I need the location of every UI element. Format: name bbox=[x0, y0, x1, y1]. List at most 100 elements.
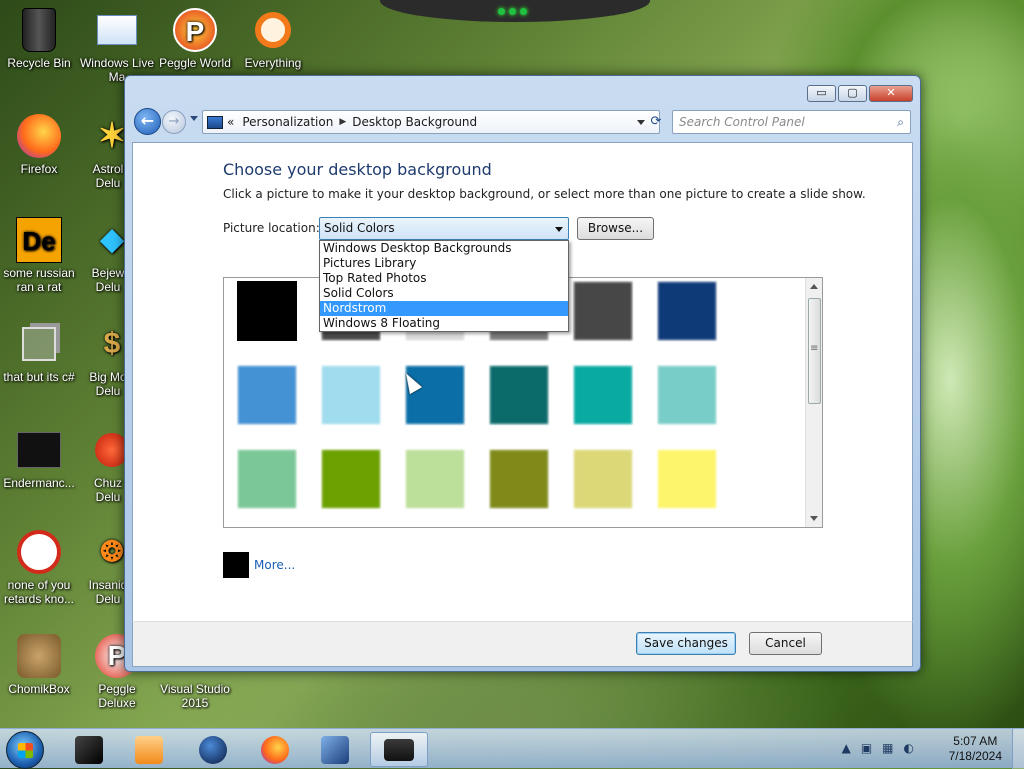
show-desktop-button[interactable] bbox=[1012, 729, 1024, 769]
search-input[interactable]: Search Control Panel ⌕ bbox=[672, 110, 911, 134]
scroll-up-icon[interactable] bbox=[810, 284, 818, 289]
picture-location-label: Picture location: bbox=[223, 221, 320, 235]
start-button[interactable] bbox=[6, 731, 44, 769]
address-dropdown-icon[interactable] bbox=[637, 120, 645, 125]
cancel-button[interactable]: Cancel bbox=[749, 632, 822, 655]
taskbar-item-media-player[interactable] bbox=[124, 732, 174, 767]
red-dragon-icon bbox=[15, 528, 63, 576]
desktop-icon-that-but-its-csharp[interactable]: that but its c# bbox=[0, 320, 78, 384]
taskbar-item-firefox[interactable] bbox=[250, 732, 300, 767]
navigation-bar: ← → « Personalization ▶ Desktop Backgrou… bbox=[131, 106, 914, 138]
tray-volume-icon[interactable]: ◐ bbox=[904, 741, 914, 755]
swatch-scrollbar[interactable] bbox=[805, 278, 822, 527]
color-swatch[interactable] bbox=[405, 449, 465, 509]
taskbar-item-virtualbox[interactable] bbox=[310, 732, 360, 767]
taskbar-item-globe[interactable] bbox=[188, 732, 238, 767]
maximize-button[interactable]: ▢ bbox=[838, 85, 867, 102]
dropdown-option-top-rated-photos[interactable]: Top Rated Photos bbox=[320, 271, 568, 286]
color-swatch[interactable] bbox=[657, 365, 717, 425]
desktop-icon-astrol-deluxe[interactable]: ✶ Astrol Delu bbox=[88, 112, 128, 190]
globe-icon bbox=[199, 735, 227, 764]
desktop-icon-label: ChomikBox bbox=[8, 682, 70, 696]
breadcrumb-personalization[interactable]: Personalization bbox=[242, 115, 333, 129]
desktop-icon-peggle-world[interactable]: P Peggle World bbox=[156, 6, 234, 70]
save-changes-button[interactable]: Save changes bbox=[636, 632, 736, 655]
minimize-button[interactable]: ▭ bbox=[807, 85, 836, 102]
more-color-swatch[interactable] bbox=[223, 552, 249, 578]
magnifier-icon bbox=[249, 6, 297, 54]
scroll-thumb[interactable] bbox=[808, 298, 821, 404]
close-button[interactable]: ✕ bbox=[869, 85, 913, 102]
color-swatch[interactable] bbox=[321, 449, 381, 509]
desktop-icon-insaniquarium-deluxe[interactable]: ❂ Insaniq Delu bbox=[88, 528, 128, 607]
desktop-icon-bejeweled-deluxe[interactable]: ◆ Bejew Delu bbox=[88, 216, 128, 295]
virtualbox-icon bbox=[321, 735, 349, 764]
black-box-icon bbox=[75, 735, 103, 764]
desktop-background-window: ▭ ▢ ✕ ← → « Personalization ▶ Desktop Ba… bbox=[124, 75, 921, 672]
desktop-icon-everything[interactable]: Everything bbox=[234, 6, 312, 70]
address-bar[interactable]: « Personalization ▶ Desktop Background bbox=[202, 110, 660, 134]
breadcrumb-desktop-background[interactable]: Desktop Background bbox=[352, 115, 477, 129]
tray-network-icon[interactable]: ▦ bbox=[882, 741, 893, 755]
forward-button[interactable]: → bbox=[162, 110, 186, 134]
browse-button[interactable]: Browse... bbox=[577, 217, 654, 240]
dropdown-option-solid-colors[interactable]: Solid Colors bbox=[320, 286, 568, 301]
system-clock[interactable]: 5:07 AM 7/18/2024 bbox=[949, 734, 1002, 764]
tray-flag-icon[interactable]: ▣ bbox=[861, 741, 872, 755]
breadcrumb-root[interactable]: « bbox=[227, 115, 234, 129]
picture-location-value: Solid Colors bbox=[324, 221, 395, 235]
desktop-icon-windows-live-mail[interactable]: Windows Live Ma bbox=[78, 6, 156, 84]
desktop-icon-label: Peggle World bbox=[159, 56, 231, 70]
desktop-icon-recycle-bin[interactable]: Recycle Bin bbox=[0, 6, 78, 70]
picture-location-select[interactable]: Solid Colors bbox=[319, 217, 569, 240]
color-swatch[interactable] bbox=[237, 365, 297, 425]
desktop-icon-chuzzle-deluxe[interactable]: Chuz Delu bbox=[88, 426, 129, 504]
scroll-down-icon[interactable] bbox=[810, 516, 818, 521]
de-icon: De bbox=[15, 216, 63, 264]
color-swatch[interactable] bbox=[573, 365, 633, 425]
clock-date: 7/18/2024 bbox=[948, 749, 1002, 763]
desktop-icon-russian-rat[interactable]: De some russian ran a rat bbox=[0, 216, 78, 294]
desktop-icon-firefox[interactable]: Firefox bbox=[0, 112, 78, 176]
desktop-icon-label: none of you retards kno... bbox=[3, 578, 75, 606]
more-colors-link[interactable]: More... bbox=[254, 558, 295, 572]
taskbar-item-control-panel[interactable] bbox=[370, 732, 428, 767]
color-swatch[interactable] bbox=[573, 281, 633, 341]
control-panel-icon bbox=[384, 738, 414, 761]
refresh-button[interactable]: ⟳ bbox=[648, 114, 664, 130]
color-swatch[interactable] bbox=[489, 365, 549, 425]
tray-expand-icon[interactable]: ▲ bbox=[842, 741, 851, 755]
hamster-icon bbox=[15, 632, 63, 680]
dropdown-option-windows-8-floating[interactable]: Windows 8 Floating bbox=[320, 316, 568, 331]
breadcrumb-separator-icon[interactable]: ▶ bbox=[339, 117, 346, 127]
color-swatch[interactable] bbox=[237, 281, 297, 341]
desktop-icon-label: some russian ran a rat bbox=[3, 266, 75, 294]
dropdown-option-nordstrom[interactable]: Nordstrom bbox=[320, 301, 568, 316]
color-swatch[interactable] bbox=[573, 449, 633, 509]
dropdown-option-pictures-library[interactable]: Pictures Library bbox=[320, 256, 568, 271]
desktop-icon-endermanch[interactable]: Endermanc... bbox=[0, 426, 78, 490]
desktop-icon-label: Peggle Deluxe bbox=[98, 682, 136, 710]
window-controls: ▭ ▢ ✕ bbox=[807, 85, 913, 102]
color-swatch[interactable] bbox=[321, 365, 381, 425]
firefox-icon bbox=[15, 112, 63, 160]
color-swatch[interactable] bbox=[657, 449, 717, 509]
color-swatch[interactable] bbox=[489, 449, 549, 509]
chevron-down-icon[interactable] bbox=[555, 227, 563, 232]
desktop-icon-label: Big Mo Delu bbox=[89, 370, 127, 398]
desktop-icon-label: Astrol Delu bbox=[92, 162, 124, 190]
recent-pages-dropdown[interactable] bbox=[190, 116, 198, 121]
console-icon bbox=[15, 426, 63, 474]
back-button[interactable]: ← bbox=[134, 108, 161, 135]
desktop-icon-label: Insaniq Delu bbox=[88, 578, 128, 606]
color-swatch[interactable] bbox=[237, 449, 297, 509]
taskbar-item-terminal[interactable] bbox=[64, 732, 114, 767]
color-swatch[interactable] bbox=[657, 281, 717, 341]
dropdown-option-windows-desktop-backgrounds[interactable]: Windows Desktop Backgrounds bbox=[320, 241, 568, 256]
desktop-icon-big-money-deluxe[interactable]: $ Big Mo Delu bbox=[88, 320, 128, 399]
desktop-icon-chomikbox[interactable]: ChomikBox bbox=[0, 632, 78, 696]
desktop-icon-none-of-you[interactable]: none of you retards kno... bbox=[0, 528, 78, 606]
desktop-icon-label: Visual Studio 2015 bbox=[160, 682, 230, 710]
search-icon[interactable]: ⌕ bbox=[897, 115, 904, 130]
notch-indicator bbox=[498, 8, 527, 15]
